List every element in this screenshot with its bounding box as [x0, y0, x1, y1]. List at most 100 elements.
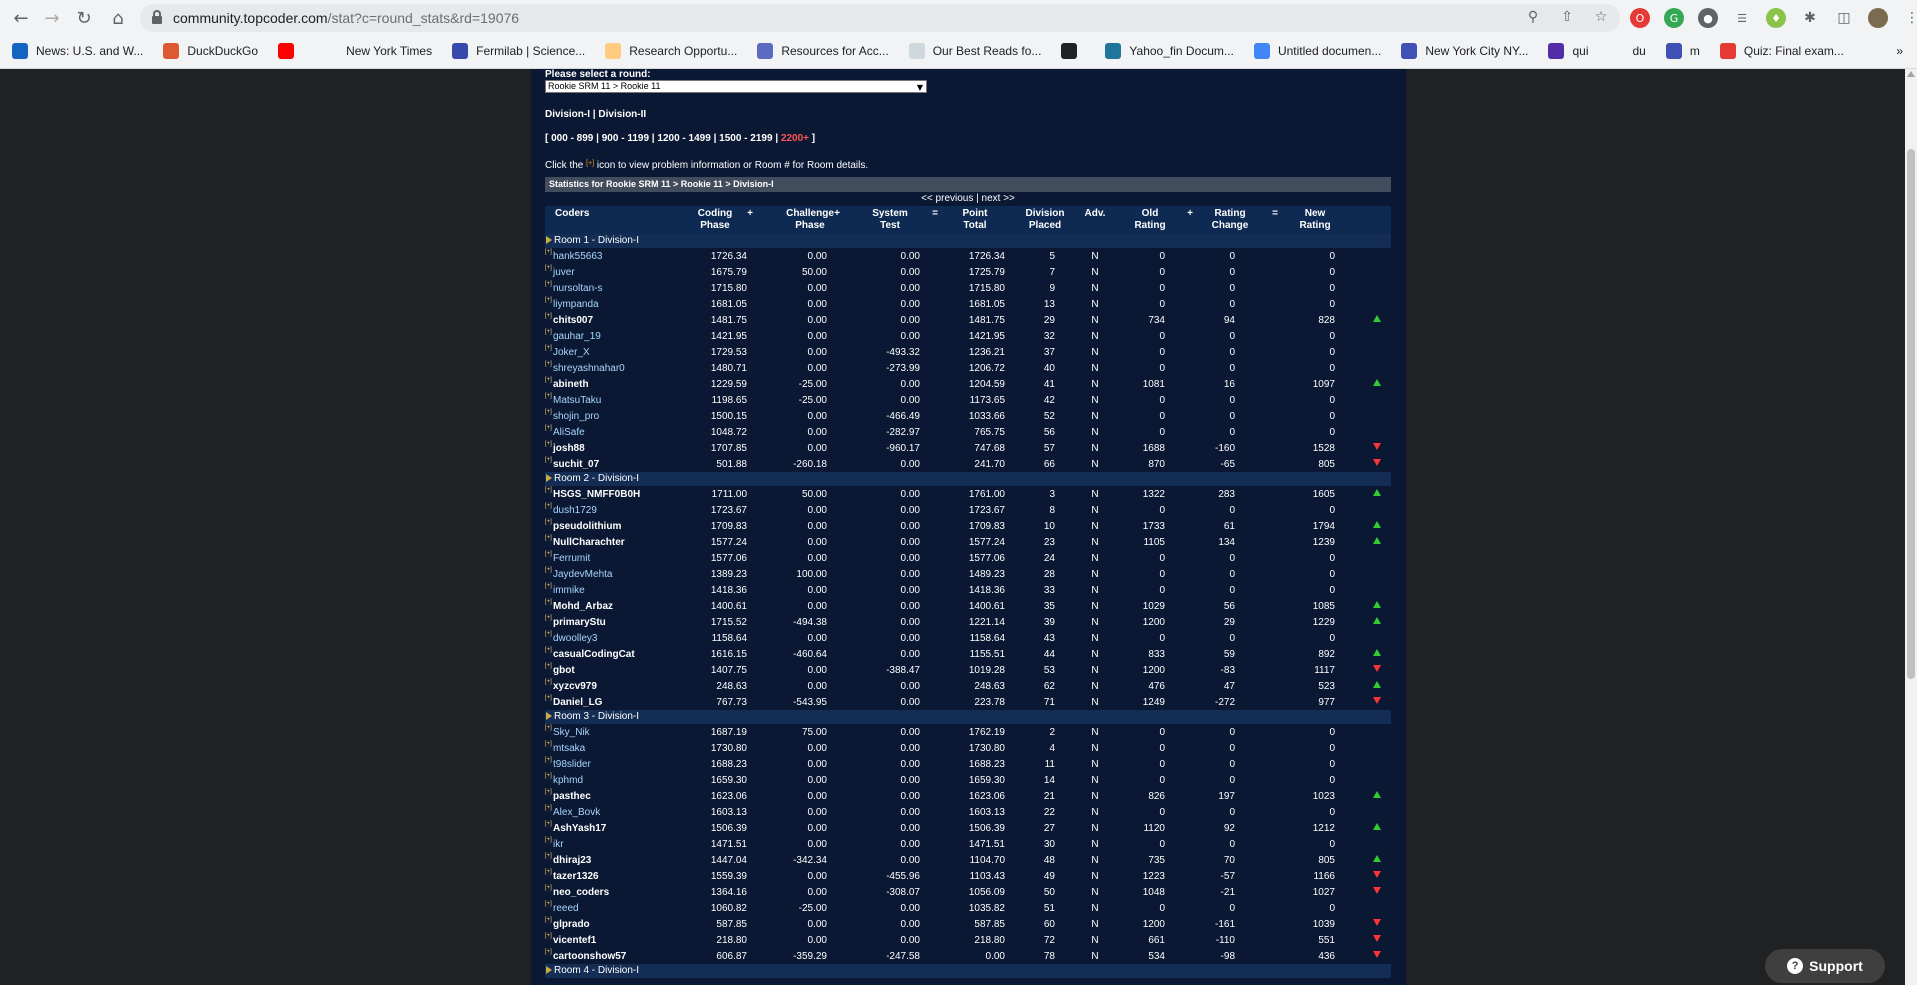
- share-icon[interactable]: ⇧: [1558, 8, 1576, 26]
- expand-plus-icon[interactable]: [+]: [545, 599, 552, 605]
- expand-plus-icon[interactable]: [+]: [545, 265, 552, 271]
- coder-name-link[interactable]: Alex_Bovk: [553, 807, 600, 818]
- division-1-link[interactable]: Division-I: [545, 109, 590, 120]
- room-title[interactable]: Room 2 - Division-I: [554, 472, 639, 486]
- expand-plus-icon[interactable]: [+]: [545, 361, 552, 367]
- expand-plus-icon[interactable]: [+]: [545, 773, 552, 779]
- coder-name-link[interactable]: pasthec: [553, 791, 591, 802]
- expand-plus-icon[interactable]: [+]: [545, 725, 552, 731]
- expand-plus-icon[interactable]: [+]: [545, 949, 552, 955]
- room-title[interactable]: Room 1 - Division-I: [554, 234, 639, 248]
- expand-plus-icon[interactable]: [+]: [545, 917, 552, 923]
- expand-plus-icon[interactable]: [+]: [545, 297, 552, 303]
- bookmark-item[interactable]: Research Opportu...: [605, 43, 737, 59]
- bookmark-item[interactable]: Untitled documen...: [1253, 43, 1381, 59]
- coder-name-link[interactable]: Daniel_LG: [553, 697, 602, 708]
- bookmark-item[interactable]: m: [1665, 43, 1700, 59]
- expand-plus-icon[interactable]: [+]: [545, 249, 552, 255]
- coder-name-link[interactable]: dwoolley3: [553, 633, 597, 644]
- coder-name-link[interactable]: MatsuTaku: [553, 395, 601, 406]
- coder-name-link[interactable]: mtsaka: [553, 743, 585, 754]
- header-old-rating[interactable]: Old Rating: [1125, 208, 1175, 232]
- room-title[interactable]: Room 4 - Division-I: [554, 964, 639, 978]
- expand-plus-icon[interactable]: [+]: [545, 535, 552, 541]
- coder-name-link[interactable]: gauhar_19: [553, 331, 601, 342]
- expand-plus-icon[interactable]: [+]: [545, 679, 552, 685]
- ext-grammarly-icon[interactable]: G: [1664, 8, 1684, 28]
- reload-icon[interactable]: ↻: [72, 6, 96, 30]
- coder-name-link[interactable]: dhiraj23: [553, 855, 591, 866]
- range-2200-plus[interactable]: 2200+: [781, 133, 809, 144]
- coder-name-link[interactable]: liympanda: [553, 299, 599, 310]
- expand-plus-icon[interactable]: [+]: [545, 789, 552, 795]
- extensions-puzzle-icon[interactable]: ✱: [1800, 8, 1820, 28]
- round-select[interactable]: Rookie SRM 11 > Rookie 11 ▼: [545, 80, 927, 93]
- room-header[interactable]: Room 4 - Division-I: [545, 964, 1391, 978]
- bookmark-item[interactable]: Yahoo_fin Docum...: [1105, 43, 1234, 59]
- coder-name-link[interactable]: ikr: [553, 839, 564, 850]
- menu-kebab-icon[interactable]: ⋮: [1902, 8, 1917, 28]
- division-2-link[interactable]: Division-II: [598, 109, 646, 120]
- range-1500-2199[interactable]: 1500 - 2199: [719, 133, 772, 144]
- coder-name-link[interactable]: reeed: [553, 903, 579, 914]
- coder-name-link[interactable]: josh88: [553, 443, 585, 454]
- coder-name-link[interactable]: neo_coders: [553, 887, 609, 898]
- bookmark-item[interactable]: du: [1608, 43, 1646, 59]
- header-new-rating[interactable]: New Rating: [1285, 208, 1345, 232]
- expand-plus-icon[interactable]: [+]: [545, 821, 552, 827]
- bookmark-item[interactable]: DuckDuckGo: [163, 43, 258, 59]
- expand-plus-icon[interactable]: [+]: [545, 425, 552, 431]
- expand-plus-icon[interactable]: [+]: [545, 567, 552, 573]
- room-header[interactable]: Room 2 - Division-I: [545, 472, 1391, 486]
- coder-name-link[interactable]: primaryStu: [553, 617, 606, 628]
- expand-plus-icon[interactable]: [+]: [545, 345, 552, 351]
- expand-plus-icon[interactable]: [+]: [545, 933, 552, 939]
- header-system-test[interactable]: System Test: [860, 208, 920, 232]
- expand-plus-icon[interactable]: [+]: [545, 377, 552, 383]
- bookmark-item[interactable]: [1061, 43, 1085, 59]
- coder-name-link[interactable]: cartoonshow57: [553, 951, 626, 962]
- room-header[interactable]: Room 1 - Division-I: [545, 234, 1391, 248]
- previous-link[interactable]: << previous: [921, 193, 973, 204]
- bookmarks-overflow-icon[interactable]: »: [1896, 44, 1903, 58]
- expand-plus-icon[interactable]: [+]: [545, 885, 552, 891]
- address-bar[interactable]: community.topcoder.com/stat?c=round_stat…: [140, 4, 1620, 32]
- expand-plus-icon[interactable]: [+]: [545, 853, 552, 859]
- coder-name-link[interactable]: Ferrumit: [553, 553, 590, 564]
- coder-name-link[interactable]: Sky_Nik: [553, 727, 590, 738]
- header-coders[interactable]: Coders: [555, 208, 589, 220]
- home-icon[interactable]: ⌂: [106, 6, 130, 30]
- ext-spy-icon[interactable]: ●: [1698, 8, 1718, 28]
- support-button[interactable]: ? Support: [1765, 949, 1885, 983]
- expand-plus-icon[interactable]: [+]: [545, 551, 552, 557]
- room-title[interactable]: Room 3 - Division-I: [554, 710, 639, 724]
- bookmark-item[interactable]: New York City NY...: [1401, 43, 1528, 59]
- expand-plus-icon[interactable]: [+]: [545, 901, 552, 907]
- profile-avatar[interactable]: [1868, 8, 1888, 28]
- coder-name-link[interactable]: dush1729: [553, 505, 597, 516]
- header-coding-phase[interactable]: Coding Phase: [685, 208, 745, 232]
- expand-plus-icon[interactable]: [+]: [545, 313, 552, 319]
- bookmark-item[interactable]: Quiz: Final exam...: [1719, 43, 1844, 59]
- expand-plus-icon[interactable]: [+]: [545, 583, 552, 589]
- coder-name-link[interactable]: xyzcv979: [553, 681, 597, 692]
- header-point-total[interactable]: Point Total: [945, 208, 1005, 232]
- ext-tag-icon[interactable]: ♦: [1766, 8, 1786, 28]
- bookmark-item[interactable]: Our Best Reads fo...: [908, 43, 1041, 59]
- expand-plus-icon[interactable]: [+]: [545, 519, 552, 525]
- expand-plus-icon[interactable]: [+]: [545, 457, 552, 463]
- url-text[interactable]: community.topcoder.com/stat?c=round_stat…: [173, 10, 519, 26]
- expand-plus-icon[interactable]: [+]: [545, 741, 552, 747]
- expand-plus-icon[interactable]: [+]: [545, 837, 552, 843]
- expand-plus-icon[interactable]: [+]: [545, 695, 552, 701]
- expand-plus-icon[interactable]: [+]: [545, 329, 552, 335]
- expand-plus-icon[interactable]: [+]: [545, 487, 552, 493]
- coder-name-link[interactable]: Joker_X: [553, 347, 590, 358]
- range-1200-1499[interactable]: 1200 - 1499: [657, 133, 710, 144]
- scroll-up-icon[interactable]: [1907, 71, 1915, 77]
- expand-plus-icon[interactable]: [+]: [545, 615, 552, 621]
- coder-name-link[interactable]: AliSafe: [553, 427, 585, 438]
- expand-plus-icon[interactable]: [+]: [545, 663, 552, 669]
- coder-name-link[interactable]: suchit_07: [553, 459, 599, 470]
- header-division-placed[interactable]: Division Placed: [1015, 208, 1075, 232]
